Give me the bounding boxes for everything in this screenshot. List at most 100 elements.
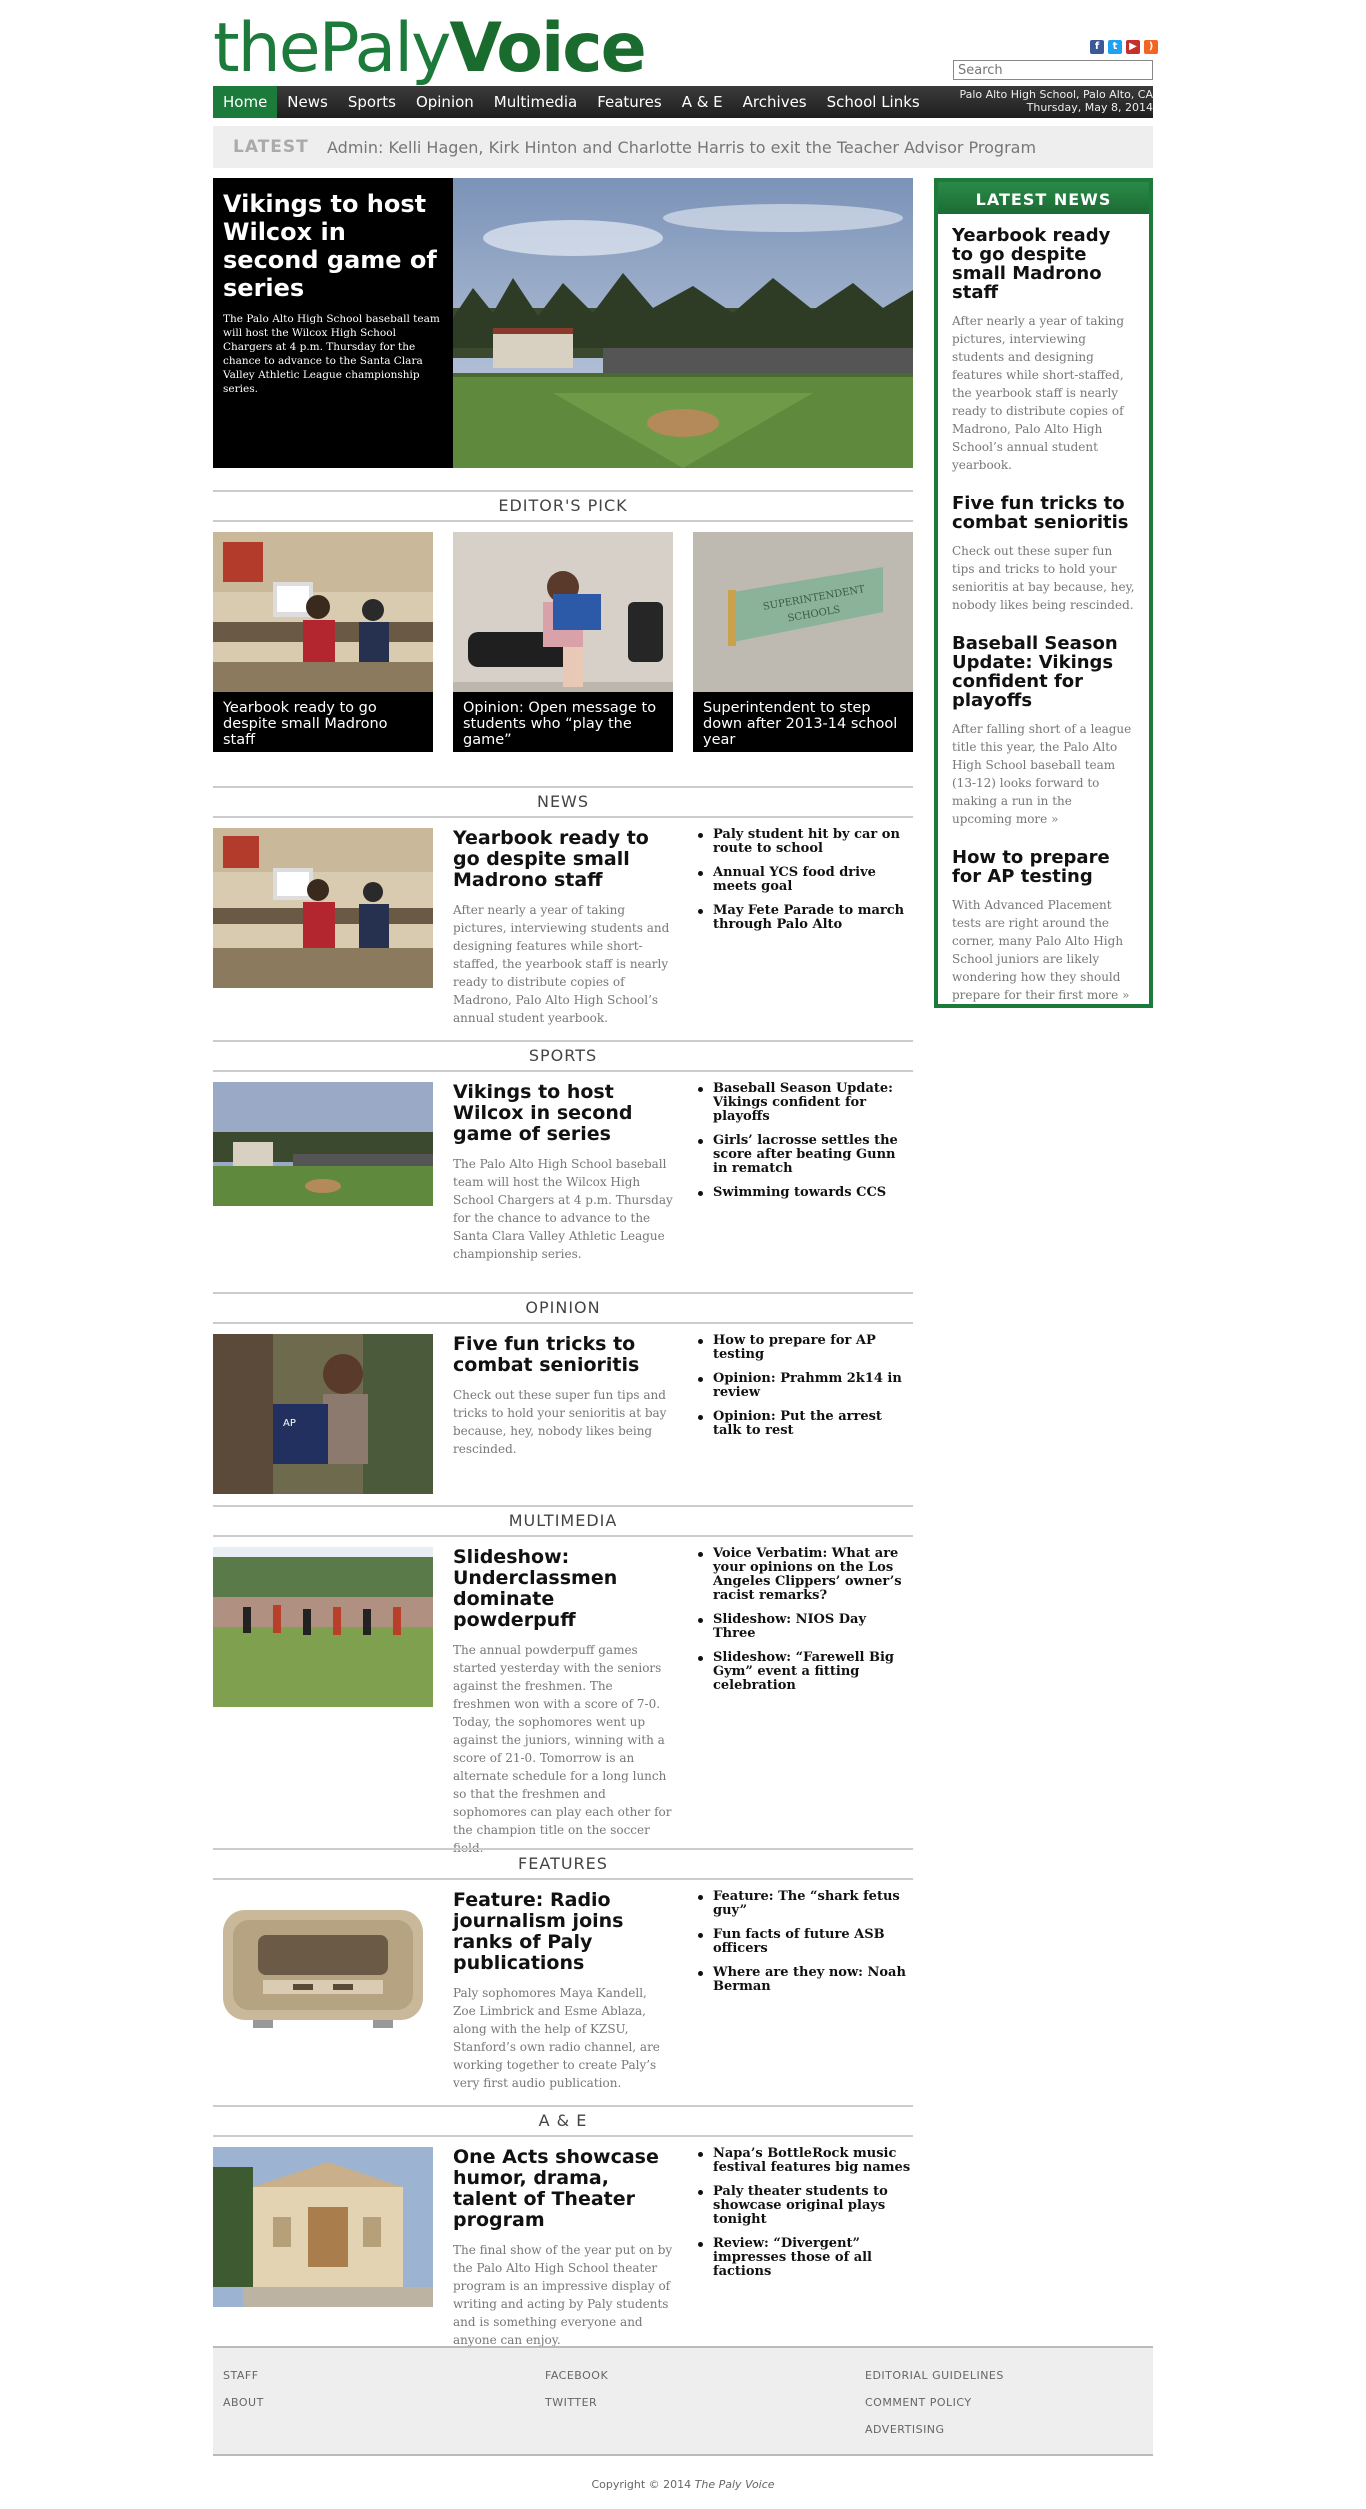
footer-link-staff[interactable]: STAFF bbox=[223, 2362, 264, 2389]
news-main-story: Yearbook ready to go despite small Madro… bbox=[453, 828, 673, 1027]
twitter-icon[interactable]: t bbox=[1108, 40, 1122, 54]
related-link[interactable]: Opinion: Prahmm 2k14 in review bbox=[693, 1372, 913, 1400]
footer-link-about[interactable]: ABOUT bbox=[223, 2389, 264, 2416]
footer-link-advertising[interactable]: ADVERTISING bbox=[865, 2416, 1004, 2443]
related-link[interactable]: Slideshow: NIOS Day Three bbox=[693, 1613, 913, 1641]
editors-pick-caption[interactable]: Superintendent to step down after 2013-1… bbox=[693, 692, 913, 752]
latest-news-summary-text: With Advanced Placement tests are right … bbox=[952, 898, 1124, 1002]
related-link[interactable]: Fun facts of future ASB officers bbox=[693, 1928, 913, 1956]
latest-news-title[interactable]: Baseball Season Update: Vikings confiden… bbox=[952, 634, 1135, 710]
story-title[interactable]: Vikings to host Wilcox in second game of… bbox=[453, 1082, 673, 1145]
related-link[interactable]: Swimming towards CCS bbox=[693, 1186, 913, 1200]
nav-features[interactable]: Features bbox=[587, 86, 672, 118]
footer-link-facebook[interactable]: FACEBOOK bbox=[545, 2362, 608, 2389]
hero-title[interactable]: Vikings to host Wilcox in second game of… bbox=[223, 190, 443, 302]
latest-news-summary: After nearly a year of taking pictures, … bbox=[952, 314, 1125, 472]
related-link[interactable]: Paly student hit by car on route to scho… bbox=[693, 828, 913, 856]
nav-opinion[interactable]: Opinion bbox=[406, 86, 484, 118]
related-link[interactable]: How to prepare for AP testing bbox=[693, 1334, 913, 1362]
related-link[interactable]: Annual YCS food drive meets goal bbox=[693, 866, 913, 894]
multimedia-related-links: Voice Verbatim: What are your opinions o… bbox=[693, 1547, 913, 1703]
site-logo[interactable]: thePalyVoice bbox=[213, 9, 647, 88]
opinion-related-links: How to prepare for AP testing Opinion: P… bbox=[693, 1334, 913, 1448]
related-link[interactable]: Opinion: Put the arrest talk to rest bbox=[693, 1410, 913, 1438]
latest-news-title[interactable]: Yearbook ready to go despite small Madro… bbox=[952, 226, 1135, 302]
latest-ticker: LATEST Admin: Kelli Hagen, Kirk Hinton a… bbox=[213, 126, 1153, 168]
latest-news-item: Yearbook ready to go despite small Madro… bbox=[938, 218, 1149, 474]
story-title[interactable]: Yearbook ready to go despite small Madro… bbox=[453, 828, 673, 891]
editors-pick-caption[interactable]: Yearbook ready to go despite small Madro… bbox=[213, 692, 433, 752]
story-summary: Check out these super fun tips and trick… bbox=[453, 1388, 667, 1456]
story-title[interactable]: Slideshow: Underclassmen dominate powder… bbox=[453, 1547, 673, 1631]
nav-archives[interactable]: Archives bbox=[733, 86, 817, 118]
section-heading-news: NEWS bbox=[213, 786, 913, 818]
latest-news-box: LATEST NEWS Yearbook ready to go despite… bbox=[934, 178, 1153, 1008]
nav-school-links[interactable]: School Links bbox=[817, 86, 930, 118]
nav-multimedia[interactable]: Multimedia bbox=[484, 86, 587, 118]
features-main-story: Feature: Radio journalism joins ranks of… bbox=[453, 1890, 673, 2092]
related-link[interactable]: Baseball Season Update: Vikings confiden… bbox=[693, 1082, 913, 1124]
section-heading-sports: SPORTS bbox=[213, 1040, 913, 1072]
news-thumbnail[interactable] bbox=[213, 828, 433, 988]
editors-pick-card[interactable]: Yearbook ready to go despite small Madro… bbox=[213, 532, 433, 752]
more-link[interactable]: more » bbox=[1087, 988, 1130, 1002]
story-summary: Paly sophomores Maya Kandell, Zoe Limbri… bbox=[453, 1986, 660, 2090]
story-title[interactable]: One Acts showcase humor, drama, talent o… bbox=[453, 2147, 673, 2231]
opinion-main-story: Five fun tricks to combat senioritis Che… bbox=[453, 1334, 673, 1458]
svg-text:AP: AP bbox=[283, 1418, 296, 1429]
latest-news-title[interactable]: Five fun tricks to combat senioritis bbox=[952, 494, 1135, 532]
search-input[interactable] bbox=[953, 60, 1153, 80]
multimedia-main-story: Slideshow: Underclassmen dominate powder… bbox=[453, 1547, 673, 1857]
logo-voice: Voice bbox=[449, 9, 646, 88]
nav-info: Palo Alto High School, Palo Alto, CA Thu… bbox=[959, 88, 1153, 114]
related-link[interactable]: Paly theater students to showcase origin… bbox=[693, 2185, 913, 2227]
section-heading-multimedia: MULTIMEDIA bbox=[213, 1505, 913, 1537]
nav-ae[interactable]: A & E bbox=[672, 86, 733, 118]
sports-main-story: Vikings to host Wilcox in second game of… bbox=[453, 1082, 673, 1263]
features-thumbnail-radio[interactable] bbox=[213, 1890, 433, 2040]
footer-column: STAFF ABOUT bbox=[223, 2362, 264, 2416]
nav-news[interactable]: News bbox=[277, 86, 338, 118]
more-link[interactable]: more » bbox=[1016, 812, 1059, 826]
logo-the: the bbox=[213, 9, 321, 88]
ae-main-story: One Acts showcase humor, drama, talent o… bbox=[453, 2147, 673, 2349]
editors-pick-card[interactable]: SUPERINTENDENT SCHOOLS Superintendent to… bbox=[693, 532, 913, 752]
story-title[interactable]: Five fun tricks to combat senioritis bbox=[453, 1334, 673, 1376]
news-related-links: Paly student hit by car on route to scho… bbox=[693, 828, 913, 942]
copyright: Copyright © 2014 The Paly Voice bbox=[213, 2478, 1153, 2491]
nav-sports[interactable]: Sports bbox=[338, 86, 406, 118]
opinion-thumbnail[interactable]: AP bbox=[213, 1334, 433, 1494]
story-summary: After nearly a year of taking pictures, … bbox=[453, 903, 670, 1025]
related-link[interactable]: Girls’ lacrosse settles the score after … bbox=[693, 1134, 913, 1176]
editors-pick-heading: EDITOR'S PICK bbox=[213, 490, 913, 522]
editors-pick-caption[interactable]: Opinion: Open message to students who “p… bbox=[453, 692, 673, 752]
location-text: Palo Alto High School, Palo Alto, CA bbox=[959, 88, 1153, 101]
multimedia-thumbnail[interactable] bbox=[213, 1547, 433, 1707]
footer-link-twitter[interactable]: TWITTER bbox=[545, 2389, 608, 2416]
footer-link-comment-policy[interactable]: COMMENT POLICY bbox=[865, 2389, 1004, 2416]
story-title[interactable]: Feature: Radio journalism joins ranks of… bbox=[453, 1890, 673, 1974]
hero-image-baseball-field[interactable] bbox=[453, 178, 913, 468]
latest-news-summary: Check out these super fun tips and trick… bbox=[952, 544, 1135, 612]
related-link[interactable]: Napa’s BottleRock music festival feature… bbox=[693, 2147, 913, 2175]
sports-thumbnail[interactable] bbox=[213, 1082, 433, 1206]
editors-pick-card[interactable]: Opinion: Open message to students who “p… bbox=[453, 532, 673, 752]
related-link[interactable]: Feature: The “shark fetus guy” bbox=[693, 1890, 913, 1918]
related-link[interactable]: Where are they now: Noah Berman bbox=[693, 1966, 913, 1994]
hero-feature[interactable]: Vikings to host Wilcox in second game of… bbox=[213, 178, 913, 468]
related-link[interactable]: Review: “Divergent” impresses those of a… bbox=[693, 2237, 913, 2279]
ae-thumbnail-theater[interactable] bbox=[213, 2147, 433, 2307]
ticker-headline[interactable]: Admin: Kelli Hagen, Kirk Hinton and Char… bbox=[327, 138, 1036, 157]
rss-icon[interactable]: ) bbox=[1144, 40, 1158, 54]
youtube-icon[interactable]: ▶ bbox=[1126, 40, 1140, 54]
related-link[interactable]: Slideshow: “Farewell Big Gym” event a fi… bbox=[693, 1651, 913, 1693]
nav-home[interactable]: Home bbox=[213, 86, 278, 118]
social-links: f t ▶ ) bbox=[1090, 40, 1158, 54]
copyright-name: The Paly Voice bbox=[694, 2478, 775, 2491]
related-link[interactable]: Voice Verbatim: What are your opinions o… bbox=[693, 1547, 913, 1603]
facebook-icon[interactable]: f bbox=[1090, 40, 1104, 54]
related-link[interactable]: May Fete Parade to march through Palo Al… bbox=[693, 904, 913, 932]
latest-news-title[interactable]: How to prepare for AP testing bbox=[952, 848, 1135, 886]
footer-link-editorial-guidelines[interactable]: EDITORIAL GUIDELINES bbox=[865, 2362, 1004, 2389]
section-heading-features: FEATURES bbox=[213, 1848, 913, 1880]
